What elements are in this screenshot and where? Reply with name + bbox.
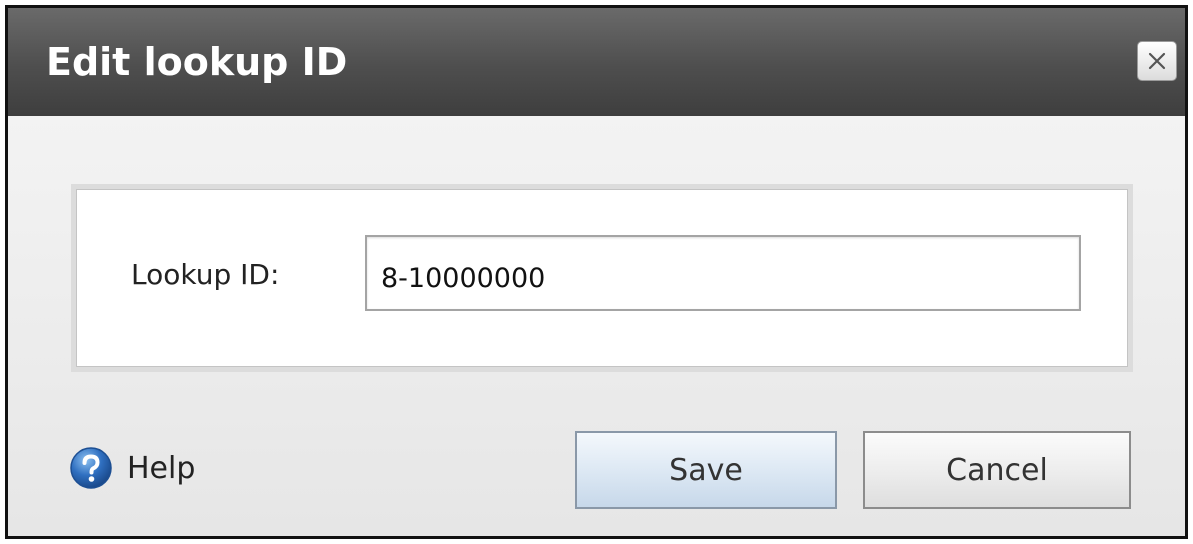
form-panel: Lookup ID:: [71, 184, 1133, 372]
close-icon: [1148, 52, 1166, 70]
dialog-titlebar: Edit lookup ID: [8, 8, 1185, 116]
help-icon: [70, 447, 112, 489]
dialog-content: Lookup ID: Help Save Cancel: [8, 116, 1185, 536]
cancel-button[interactable]: Cancel: [863, 431, 1131, 509]
lookup-id-input[interactable]: [365, 235, 1081, 311]
dialog-title: Edit lookup ID: [46, 40, 348, 84]
edit-lookup-id-dialog: Edit lookup ID Lookup ID: 8-10000000 Hel…: [5, 5, 1188, 539]
save-button[interactable]: Save: [575, 431, 837, 509]
lookup-id-label: Lookup ID:: [131, 258, 280, 291]
close-button[interactable]: [1137, 41, 1177, 81]
help-link[interactable]: Help: [69, 444, 195, 492]
help-label: Help: [127, 450, 196, 486]
